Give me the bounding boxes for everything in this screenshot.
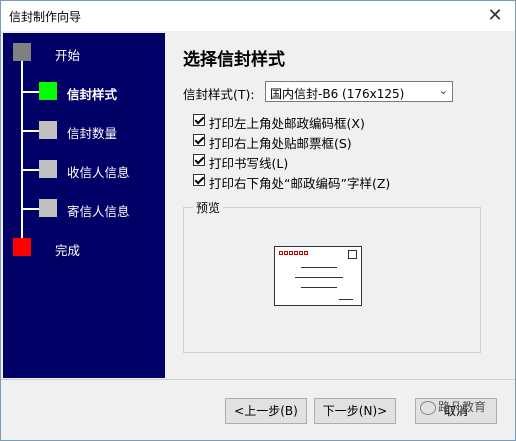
watermark: 路凡教育 xyxy=(420,398,486,415)
zip-box xyxy=(289,251,293,255)
zip-text-line xyxy=(339,299,353,300)
step-sender-marker xyxy=(39,199,57,217)
option-label: 打印书写线(L) xyxy=(209,156,289,171)
step-sender-label: 寄信人信息 xyxy=(67,204,130,219)
back-button[interactable]: <上一步(B) xyxy=(225,398,307,424)
checkbox-checked-icon xyxy=(193,134,205,146)
step-style-marker xyxy=(39,82,57,100)
watermark-text: 路凡教育 xyxy=(438,400,487,414)
envelope-style-value: 国内信封-B6 (176x125) xyxy=(270,87,405,101)
close-icon[interactable]: ✕ xyxy=(485,6,505,26)
wizard-window: 信封制作向导 ✕ 开始 信封样式 信封数量 收信人信息 寄信人信息 完成 选择信… xyxy=(0,0,516,441)
writing-line xyxy=(295,277,343,278)
step-count-marker xyxy=(39,121,57,139)
button-separator xyxy=(1,379,515,380)
checkbox-checked-icon xyxy=(193,154,205,166)
step-finish-marker xyxy=(13,238,31,256)
steps-connector-line xyxy=(21,51,23,247)
step-start-label: 开始 xyxy=(55,48,81,63)
zip-box xyxy=(294,251,298,255)
checkbox-checked-icon xyxy=(193,174,205,186)
preview-label: 预览 xyxy=(193,199,224,216)
step-connector-5 xyxy=(23,208,39,210)
zip-box xyxy=(299,251,303,255)
envelope-style-select[interactable]: 国内信封-B6 (176x125) ⌄ xyxy=(265,81,453,102)
zip-box xyxy=(284,251,288,255)
envelope-style-label: 信封样式(T): xyxy=(183,87,255,102)
wechat-icon xyxy=(420,400,436,415)
step-recipient-marker xyxy=(39,160,57,178)
title-bar: 信封制作向导 ✕ xyxy=(1,1,515,31)
option-label: 打印左上角处邮政编码框(X) xyxy=(209,116,365,131)
step-finish-label: 完成 xyxy=(55,243,81,258)
writing-line xyxy=(301,287,337,288)
step-connector-4 xyxy=(23,169,39,171)
step-recipient-label: 收信人信息 xyxy=(67,165,130,180)
content-panel: 选择信封样式 信封样式(T): 国内信封-B6 (176x125) ⌄ 打印左上… xyxy=(167,33,515,378)
stamp-box xyxy=(348,250,357,259)
checkbox-checked-icon xyxy=(193,114,205,126)
writing-line xyxy=(301,267,337,268)
step-connector-2 xyxy=(23,91,39,93)
option-label: 打印右下角处“邮政编码”字样(Z) xyxy=(209,176,391,191)
page-title: 选择信封样式 xyxy=(183,50,285,70)
option-label: 打印右上角处贴邮票框(S) xyxy=(209,136,352,151)
step-count-label: 信封数量 xyxy=(67,126,118,141)
steps-panel: 开始 信封样式 信封数量 收信人信息 寄信人信息 完成 xyxy=(3,33,165,378)
next-button[interactable]: 下一步(N)> xyxy=(314,398,396,424)
chevron-down-icon: ⌄ xyxy=(438,84,448,97)
zip-box xyxy=(279,251,283,255)
window-title: 信封制作向导 xyxy=(9,10,82,24)
envelope-preview xyxy=(274,246,362,306)
step-start-marker xyxy=(13,43,31,61)
step-connector-3 xyxy=(23,130,39,132)
step-style-label: 信封样式 xyxy=(67,87,118,102)
zip-box xyxy=(304,251,308,255)
